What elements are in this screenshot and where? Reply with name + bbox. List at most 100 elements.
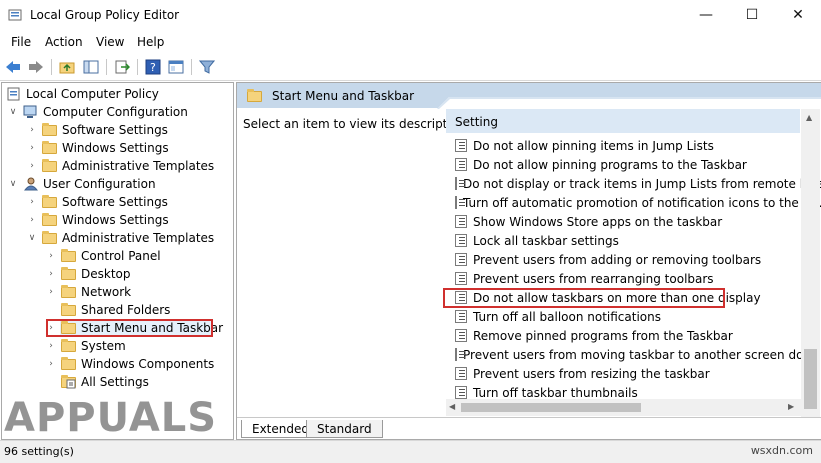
list-item[interactable]: Do not display or track items in Jump Li…: [446, 174, 821, 193]
filter-icon[interactable]: [198, 58, 216, 76]
tree-node-software-settings[interactable]: › Software Settings: [27, 193, 168, 211]
tree-node-system[interactable]: › System: [46, 337, 126, 355]
list-item[interactable]: Prevent users from rearranging toolbars: [446, 269, 798, 288]
folder-icon: [42, 159, 58, 173]
folder-icon: [42, 231, 58, 245]
tree-node-network[interactable]: › Network: [46, 283, 131, 301]
minimize-button[interactable]: —: [683, 0, 729, 30]
folder-icon: [42, 123, 58, 137]
up-folder-icon[interactable]: [58, 58, 76, 76]
computer-icon: [23, 105, 39, 119]
appuals-watermark: APPUALS: [4, 395, 218, 441]
details-header-title: Start Menu and Taskbar: [272, 89, 415, 103]
properties-icon[interactable]: [167, 58, 185, 76]
toolbar-separator: [191, 59, 192, 75]
site-watermark: wsxdn.com: [750, 444, 813, 457]
policy-setting-icon: [455, 253, 467, 266]
help-icon[interactable]: ?: [144, 58, 162, 76]
list-item[interactable]: Lock all taskbar settings: [446, 231, 798, 250]
tree-node-windows-components[interactable]: › Windows Components: [46, 355, 214, 373]
chevron-down-icon[interactable]: ∨: [8, 107, 18, 117]
list-item[interactable]: Turn off automatic promotion of notifica…: [446, 193, 821, 212]
chevron-down-icon[interactable]: ∨: [8, 179, 18, 189]
policy-setting-icon: [455, 386, 467, 399]
group-policy-app-icon: [8, 9, 22, 21]
scroll-thumb[interactable]: [461, 403, 641, 412]
export-list-icon[interactable]: [113, 58, 131, 76]
menu-help[interactable]: Help: [137, 35, 164, 49]
chevron-right-icon[interactable]: ›: [27, 161, 37, 171]
toolbar-separator: [51, 59, 52, 75]
folder-icon: [61, 249, 77, 263]
folder-icon: [61, 303, 77, 317]
list-item[interactable]: Remove pinned programs from the Taskbar: [446, 326, 798, 345]
tree-node-windows-settings[interactable]: › Windows Settings: [27, 211, 169, 229]
chevron-right-icon[interactable]: ›: [27, 143, 37, 153]
tree-node-computer-configuration[interactable]: ∨ Computer Configuration: [8, 103, 188, 121]
user-icon: [23, 177, 39, 191]
folder-icon: [61, 267, 77, 281]
tree-node-user-configuration[interactable]: ∨ User Configuration: [8, 175, 156, 193]
tree-node-desktop[interactable]: › Desktop: [46, 265, 131, 283]
toolbar-separator: [137, 59, 138, 75]
list-item[interactable]: Turn off all balloon notifications: [446, 307, 798, 326]
tree-node-software-settings[interactable]: › Software Settings: [27, 121, 168, 139]
view-tabs: Extended Standard: [237, 417, 821, 439]
tree-selection-outline: [46, 319, 213, 337]
forward-arrow-icon[interactable]: [27, 58, 45, 76]
tree-node-windows-settings[interactable]: › Windows Settings: [27, 139, 169, 157]
list-item[interactable]: Show Windows Store apps on the taskbar: [446, 212, 798, 231]
close-button[interactable]: ✕: [775, 0, 821, 30]
details-pane: Start Menu and Taskbar Select an item to…: [236, 82, 821, 440]
tree-node-all-settings[interactable]: › All Settings: [46, 373, 149, 391]
menu-action[interactable]: Action: [45, 35, 83, 49]
folder-icon: [42, 213, 58, 227]
tree-node-administrative-templates[interactable]: › Administrative Templates: [27, 157, 214, 175]
tree-node-control-panel[interactable]: › Control Panel: [46, 247, 161, 265]
chevron-right-icon[interactable]: ›: [46, 269, 56, 279]
policy-setting-icon: [455, 272, 467, 285]
policy-setting-icon: [455, 234, 467, 247]
description-text: Select an item to view its description.: [243, 117, 470, 131]
menu-view[interactable]: View: [96, 35, 124, 49]
folder-icon: [42, 195, 58, 209]
menu-file[interactable]: File: [11, 35, 31, 49]
scroll-thumb[interactable]: [804, 349, 817, 409]
show-hide-tree-icon[interactable]: [82, 58, 100, 76]
maximize-button[interactable]: ☐: [729, 0, 775, 30]
menu-bar: File Action View Help: [0, 31, 821, 53]
list-item[interactable]: Prevent users from moving taskbar to ano…: [446, 345, 821, 364]
chevron-right-icon[interactable]: ›: [46, 251, 56, 261]
chevron-right-icon[interactable]: ›: [46, 287, 56, 297]
horizontal-scrollbar[interactable]: ◀ ▶: [446, 399, 801, 416]
chevron-right-icon[interactable]: ›: [27, 125, 37, 135]
scroll-right-icon[interactable]: ▶: [788, 402, 794, 411]
highlight-outline: [443, 288, 725, 308]
tree-node-administrative-templates[interactable]: ∨ Administrative Templates: [27, 229, 214, 247]
scroll-left-icon[interactable]: ◀: [449, 402, 455, 411]
policy-setting-icon: [455, 158, 467, 171]
folder-icon: [247, 89, 263, 103]
policy-icon: [6, 87, 22, 101]
window-title: Local Group Policy Editor: [30, 8, 180, 22]
tree-node-shared-folders[interactable]: › Shared Folders: [46, 301, 170, 319]
chevron-right-icon[interactable]: ›: [46, 341, 56, 351]
folder-icon: [42, 141, 58, 155]
list-item[interactable]: Prevent users from resizing the taskbar: [446, 364, 798, 383]
list-item[interactable]: Do not allow pinning items in Jump Lists: [446, 136, 798, 155]
scroll-up-icon[interactable]: ▲: [806, 113, 812, 122]
policy-setting-icon: [455, 367, 467, 380]
tab-standard[interactable]: Standard: [306, 420, 383, 438]
chevron-right-icon[interactable]: ›: [27, 197, 37, 207]
tree-node-local-computer-policy[interactable]: Local Computer Policy: [6, 85, 159, 103]
settings-list: Setting Do not allow pinning items in Ju…: [446, 109, 821, 414]
chevron-right-icon[interactable]: ›: [27, 215, 37, 225]
policy-setting-icon: [455, 310, 467, 323]
vertical-scrollbar[interactable]: ▲: [801, 109, 820, 417]
chevron-down-icon[interactable]: ∨: [27, 233, 37, 243]
list-item[interactable]: Do not allow pinning programs to the Tas…: [446, 155, 798, 174]
back-arrow-icon[interactable]: [4, 58, 22, 76]
chevron-right-icon[interactable]: ›: [46, 359, 56, 369]
column-header-setting[interactable]: Setting: [446, 109, 800, 133]
list-item[interactable]: Prevent users from adding or removing to…: [446, 250, 798, 269]
